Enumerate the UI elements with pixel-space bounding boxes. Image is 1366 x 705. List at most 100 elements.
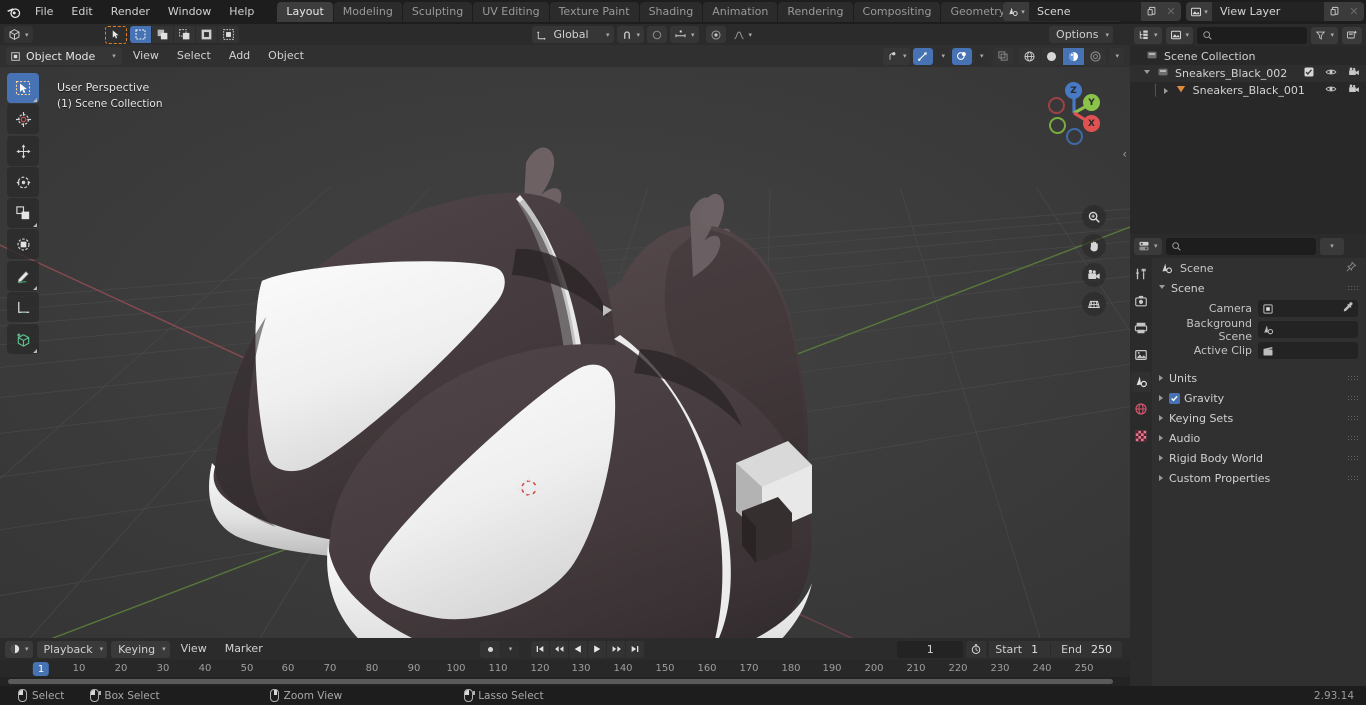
panel-custom-properties[interactable]: Custom Properties [1152,468,1366,488]
panel-expander-right-icon[interactable] [1159,375,1163,381]
timeline-menu-view[interactable]: View [174,640,214,658]
gizmo-axis-y[interactable]: Y [1083,94,1100,111]
gizmo-axis-x[interactable]: X [1083,115,1100,132]
gizmo-dropdown[interactable]: ▾ [936,47,949,65]
transform-tool[interactable] [7,229,39,259]
tool-tab[interactable] [1131,264,1151,284]
render-camera-icon[interactable] [1131,291,1151,311]
snap-increment-selector[interactable]: ▾ [670,26,699,43]
outliner-row-sneakers-black-002[interactable]: Sneakers_Black_002 [1130,65,1366,82]
disable-in-render-camera-icon[interactable] [1348,66,1360,81]
start-value[interactable]: 1 [1031,643,1050,656]
orthographic-toggle-icon[interactable] [1082,292,1106,316]
printer-icon[interactable] [1131,318,1151,338]
panel-expander-right-icon[interactable] [1159,455,1163,461]
menu-object[interactable]: Object [261,47,311,65]
panel-rigid-body-world[interactable]: Rigid Body World [1152,448,1366,468]
tab-sculpting[interactable]: Sculpting [402,2,473,22]
disable-in-render-camera-icon[interactable] [1348,83,1360,98]
menu-edit[interactable]: Edit [62,3,101,21]
outliner-row-sneakers-black-001[interactable]: │ Sneakers_Black_001 [1130,82,1366,99]
tab-texture-paint[interactable]: Texture Paint [549,2,639,22]
timeline-ruler[interactable]: 1 10 20 30 40 50 60 70 80 90 100 110 120… [0,660,1130,678]
end-value[interactable]: 250 [1091,643,1122,656]
jump-to-end-icon[interactable] [626,640,644,658]
gizmo-axis-neg-y[interactable] [1049,117,1066,134]
scene-name[interactable]: Scene [1029,2,1141,21]
auto-keying-dropdown[interactable]: ▾ [501,640,519,658]
active-clip-field[interactable] [1258,342,1358,359]
proportional-falloff-toggle[interactable] [705,26,726,43]
scene-cone-icon[interactable] [1131,372,1151,392]
overlays-dropdown[interactable]: ▾ [974,47,988,65]
gizmo-axis-neg-z[interactable] [1066,128,1083,145]
playback-menu[interactable]: Playback ▾ [36,640,108,658]
tab-shading[interactable]: Shading [639,2,703,22]
properties-editor-type-icon[interactable]: ▾ [1134,237,1162,255]
new-view-layer-button[interactable] [1324,2,1344,21]
scale-tool[interactable] [7,198,39,228]
panel-units[interactable]: Units [1152,368,1366,388]
overlays-toggle[interactable] [951,47,972,65]
menu-render[interactable]: Render [102,3,159,21]
jump-to-start-icon[interactable] [531,640,549,658]
proportional-falloff-curve[interactable]: ▾ [729,26,757,43]
hide-in-viewport-eye-icon[interactable] [1325,83,1337,98]
gizmo-axis-z[interactable]: Z [1065,82,1082,99]
select-invert-icon[interactable] [195,26,217,43]
scene-selector[interactable]: ▾ Scene ✕ [1003,2,1181,21]
panel-expander-right-icon[interactable] [1159,475,1163,481]
tab-rendering[interactable]: Rendering [778,2,853,22]
panel-expander-right-icon[interactable] [1159,435,1163,441]
annotate-tool[interactable] [7,261,39,291]
auto-keying-record-icon[interactable] [480,640,500,658]
gravity-checkbox[interactable] [1169,392,1180,404]
properties-options-dropdown[interactable]: ▾ [1319,237,1344,255]
zoom-icon[interactable] [1082,205,1106,229]
gizmo-axis-neg-x[interactable] [1048,97,1065,114]
sidebar-collapse-arrow-icon[interactable]: ‹ [1122,147,1127,161]
world-globe-icon[interactable] [1131,399,1151,419]
tweak-select-tool[interactable] [7,73,39,103]
3d-viewport[interactable]: User Perspective (1) Scene Collection Z … [0,67,1130,638]
stopwatch-icon[interactable] [966,640,987,658]
blender-logo-icon[interactable] [0,0,26,24]
new-scene-button[interactable] [1141,2,1161,21]
eyedropper-icon[interactable] [1342,301,1354,316]
tab-layout[interactable]: Layout [277,2,333,22]
tab-modeling[interactable]: Modeling [333,2,402,22]
play-icon[interactable] [588,640,606,658]
keying-menu[interactable]: Keying ▾ [111,640,170,658]
panel-expander-down-icon[interactable] [1159,284,1165,292]
outliner-row-scene-collection[interactable]: Scene Collection [1130,48,1366,65]
play-reverse-icon[interactable] [569,640,587,658]
measure-tool[interactable] [7,292,39,322]
shading-material-preview-icon[interactable] [1063,47,1085,65]
tab-compositing[interactable]: Compositing [853,2,941,22]
background-scene-field[interactable] [1258,321,1358,338]
timeline-scrollbar[interactable] [0,677,1130,686]
select-subtract-icon[interactable] [173,26,195,43]
options-dropdown[interactable]: Options ▾ [1049,26,1113,43]
panel-gravity[interactable]: Gravity [1152,388,1366,408]
pin-icon[interactable] [1345,260,1357,276]
current-frame-field[interactable]: 1 [897,640,964,658]
cursor-tool[interactable] [7,104,39,134]
view-layer-selector[interactable]: ▾ View Layer ✕ [1186,2,1364,21]
remove-view-layer-button[interactable]: ✕ [1344,2,1364,21]
xray-toggle[interactable] [993,47,1014,65]
menu-help[interactable]: Help [220,3,263,21]
shading-rendered-icon[interactable] [1085,47,1107,65]
shading-dropdown[interactable]: ▾ [1109,47,1124,65]
mode-selector[interactable]: Object Mode ▾ [6,47,122,65]
proportional-editing-toggle[interactable] [647,26,668,43]
panel-keying-sets[interactable]: Keying Sets [1152,408,1366,428]
tab-uv-editing[interactable]: UV Editing [473,2,549,22]
camera-field[interactable] [1258,300,1358,317]
exclude-checkbox[interactable] [1304,67,1314,80]
view-layer-name[interactable]: View Layer [1212,2,1324,21]
expander-right-icon[interactable] [1163,87,1168,94]
menu-window[interactable]: Window [159,3,220,21]
playhead[interactable]: 1 [32,662,50,676]
object-type-visibility-icon[interactable]: ▾ [882,47,911,65]
